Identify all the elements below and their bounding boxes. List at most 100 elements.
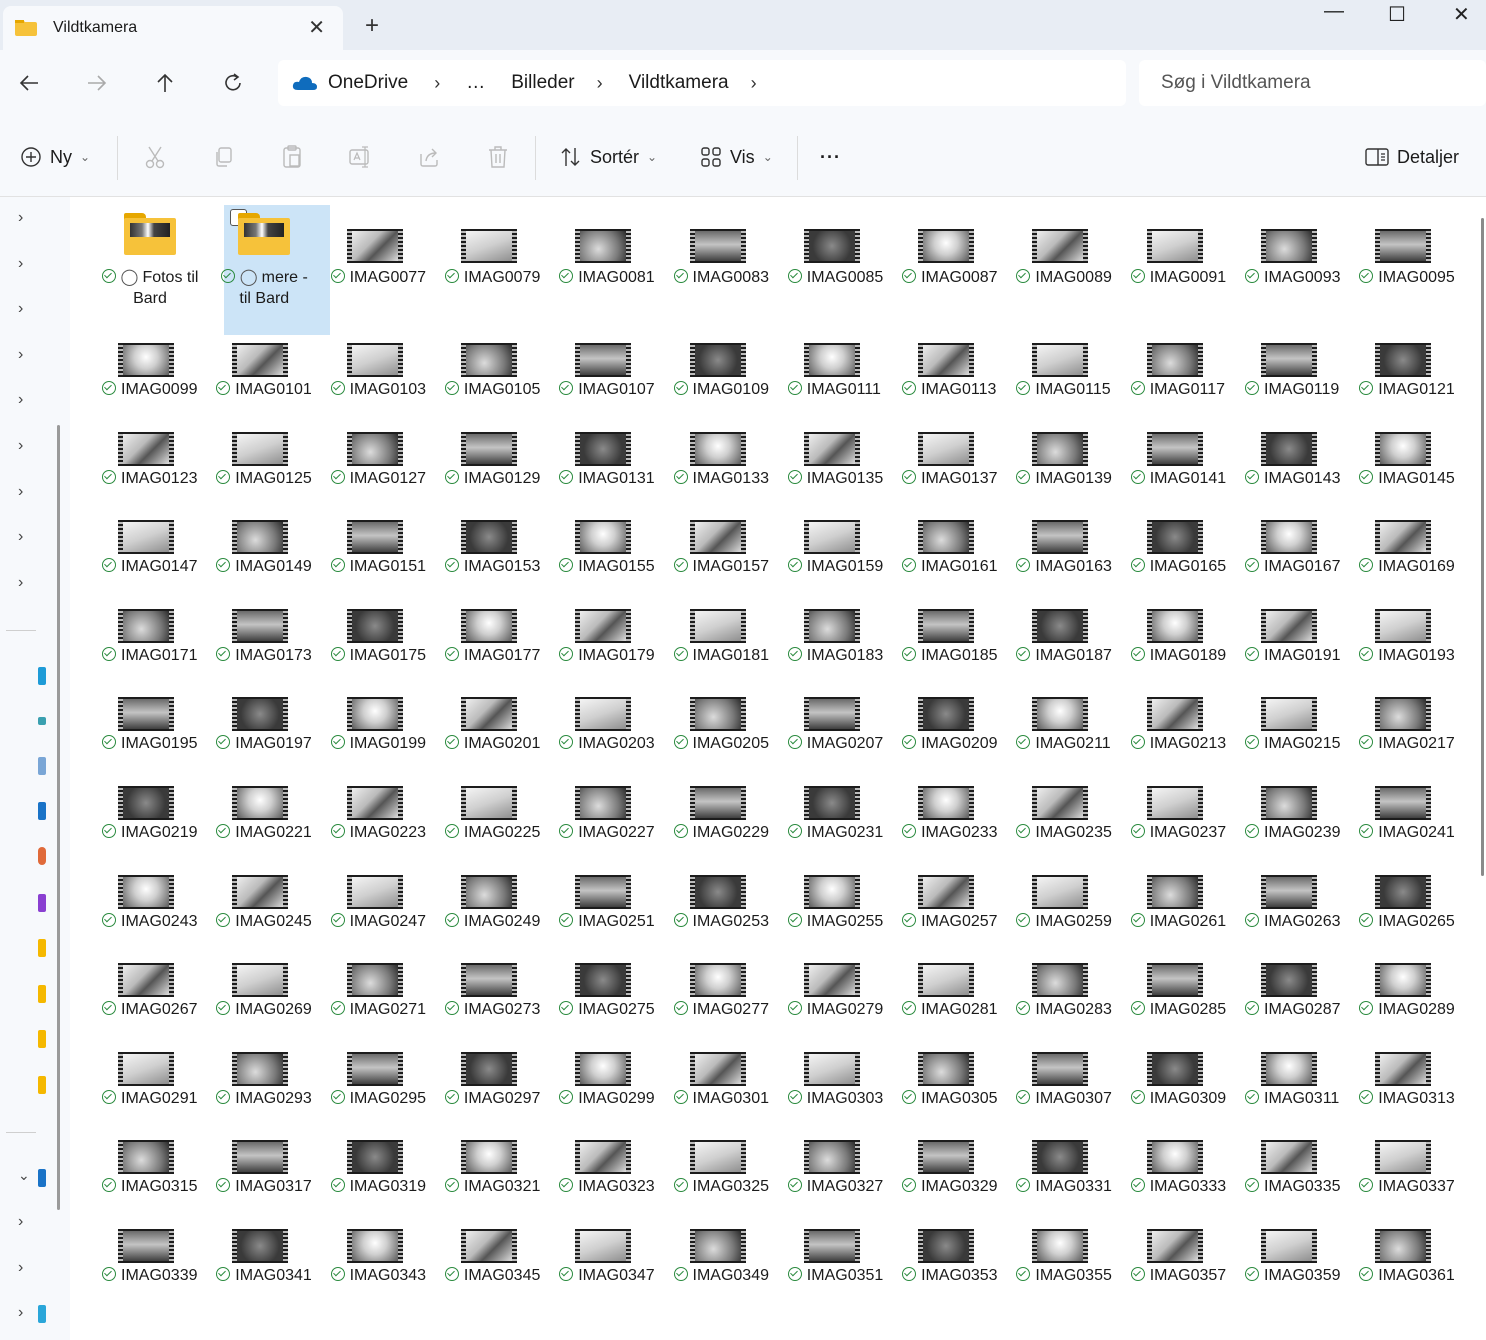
file-item[interactable]: IMAG0239 — [1243, 768, 1351, 854]
file-item[interactable]: IMAG0141 — [1129, 414, 1237, 500]
file-item[interactable]: IMAG0083 — [672, 197, 780, 333]
file-item[interactable]: IMAG0099 — [100, 325, 208, 411]
file-item[interactable]: IMAG0263 — [1243, 857, 1351, 943]
file-item[interactable]: IMAG0359 — [1243, 1211, 1351, 1297]
file-item[interactable]: IMAG0167 — [1243, 502, 1351, 588]
file-item[interactable]: IMAG0273 — [443, 945, 551, 1031]
search-input[interactable] — [1159, 71, 1463, 95]
file-item[interactable]: IMAG0111 — [786, 325, 894, 411]
file-item[interactable]: IMAG0187 — [1014, 591, 1122, 677]
file-item[interactable]: IMAG0243 — [100, 857, 208, 943]
file-item[interactable]: IMAG0081 — [557, 197, 665, 333]
file-item[interactable]: IMAG0089 — [1014, 197, 1122, 333]
file-item[interactable]: IMAG0121 — [1357, 325, 1465, 411]
cut-button[interactable] — [144, 142, 166, 172]
new-tab-button[interactable]: + — [365, 12, 379, 40]
file-item[interactable]: IMAG0221 — [214, 768, 322, 854]
file-item[interactable]: IMAG0303 — [786, 1034, 894, 1120]
file-item[interactable]: IMAG0349 — [672, 1211, 780, 1297]
file-item[interactable]: IMAG0123 — [100, 414, 208, 500]
file-item[interactable]: IMAG0101 — [214, 325, 322, 411]
file-item[interactable]: IMAG0211 — [1014, 679, 1122, 765]
file-item[interactable]: IMAG0345 — [443, 1211, 551, 1297]
chevron-right-icon[interactable]: › — [751, 73, 757, 94]
file-item[interactable]: IMAG0335 — [1243, 1122, 1351, 1208]
tab-vildtkamera[interactable]: Vildtkamera ✕ — [3, 6, 343, 50]
file-item[interactable]: IMAG0103 — [329, 325, 437, 411]
file-item[interactable]: IMAG0205 — [672, 679, 780, 765]
file-item[interactable]: IMAG0119 — [1243, 325, 1351, 411]
view-button[interactable]: Vis ⌄ — [700, 142, 773, 172]
file-item[interactable]: IMAG0193 — [1357, 591, 1465, 677]
rename-button[interactable] — [349, 142, 373, 172]
file-item[interactable]: IMAG0227 — [557, 768, 665, 854]
file-item[interactable]: IMAG0297 — [443, 1034, 551, 1120]
file-item[interactable]: IMAG0333 — [1129, 1122, 1237, 1208]
expand-chevron-icon[interactable]: › — [18, 437, 23, 455]
file-item[interactable]: IMAG0287 — [1243, 945, 1351, 1031]
file-item[interactable]: IMAG0091 — [1129, 197, 1237, 333]
file-item[interactable]: IMAG0169 — [1357, 502, 1465, 588]
file-item[interactable]: IMAG0093 — [1243, 197, 1351, 333]
new-button[interactable]: Ny ⌄ — [20, 142, 90, 172]
file-item[interactable]: IMAG0327 — [786, 1122, 894, 1208]
file-item[interactable]: IMAG0153 — [443, 502, 551, 588]
file-item[interactable]: IMAG0305 — [900, 1034, 1008, 1120]
expand-chevron-icon[interactable]: › — [18, 1304, 23, 1322]
file-item[interactable]: IMAG0147 — [100, 502, 208, 588]
file-item[interactable]: IMAG0309 — [1129, 1034, 1237, 1120]
file-item[interactable]: IMAG0127 — [329, 414, 437, 500]
minimize-button[interactable]: — — [1324, 0, 1344, 23]
expand-chevron-icon[interactable]: › — [18, 483, 23, 501]
file-item[interactable]: IMAG0277 — [672, 945, 780, 1031]
file-item[interactable]: IMAG0213 — [1129, 679, 1237, 765]
delete-button[interactable] — [487, 142, 509, 172]
file-item[interactable]: IMAG0165 — [1129, 502, 1237, 588]
file-item[interactable]: IMAG0269 — [214, 945, 322, 1031]
file-item[interactable]: IMAG0183 — [786, 591, 894, 677]
back-button[interactable] — [14, 68, 44, 98]
file-item[interactable]: IMAG0095 — [1357, 197, 1465, 333]
file-item[interactable]: IMAG0173 — [214, 591, 322, 677]
file-item[interactable]: IMAG0207 — [786, 679, 894, 765]
file-item[interactable]: IMAG0337 — [1357, 1122, 1465, 1208]
file-item[interactable]: IMAG0271 — [329, 945, 437, 1031]
file-item[interactable]: IMAG0299 — [557, 1034, 665, 1120]
chevron-right-icon[interactable]: › — [597, 73, 603, 94]
file-item[interactable]: IMAG0223 — [329, 768, 437, 854]
content-scrollbar[interactable] — [1481, 218, 1484, 876]
file-item[interactable]: IMAG0265 — [1357, 857, 1465, 943]
file-item[interactable]: IMAG0139 — [1014, 414, 1122, 500]
file-item[interactable]: IMAG0149 — [214, 502, 322, 588]
file-item[interactable]: IMAG0351 — [786, 1211, 894, 1297]
file-item[interactable]: IMAG0317 — [214, 1122, 322, 1208]
file-item[interactable]: IMAG0195 — [100, 679, 208, 765]
file-item[interactable]: IMAG0235 — [1014, 768, 1122, 854]
nav-scrollbar[interactable] — [57, 425, 60, 1210]
file-item[interactable]: IMAG0155 — [557, 502, 665, 588]
file-item[interactable]: IMAG0133 — [672, 414, 780, 500]
file-item[interactable]: IMAG0341 — [214, 1211, 322, 1297]
file-item[interactable]: IMAG0241 — [1357, 768, 1465, 854]
file-item[interactable]: IMAG0117 — [1129, 325, 1237, 411]
file-item[interactable]: IMAG0113 — [900, 325, 1008, 411]
file-item[interactable]: IMAG0197 — [214, 679, 322, 765]
close-window-button[interactable]: ✕ — [1453, 2, 1470, 27]
refresh-button[interactable] — [218, 68, 248, 98]
file-item[interactable]: IMAG0355 — [1014, 1211, 1122, 1297]
maximize-button[interactable]: ☐ — [1388, 2, 1406, 27]
file-item[interactable]: IMAG0105 — [443, 325, 551, 411]
chevron-right-icon[interactable]: › — [434, 73, 440, 94]
file-item[interactable]: IMAG0175 — [329, 591, 437, 677]
file-item[interactable]: IMAG0129 — [443, 414, 551, 500]
file-item[interactable]: IMAG0125 — [214, 414, 322, 500]
file-item[interactable]: IMAG0179 — [557, 591, 665, 677]
file-item[interactable]: IMAG0347 — [557, 1211, 665, 1297]
expand-chevron-icon[interactable]: › — [18, 391, 23, 409]
file-item[interactable]: IMAG0323 — [557, 1122, 665, 1208]
file-item[interactable]: IMAG0361 — [1357, 1211, 1465, 1297]
file-item[interactable]: IMAG0289 — [1357, 945, 1465, 1031]
file-item[interactable]: IMAG0261 — [1129, 857, 1237, 943]
file-item[interactable]: IMAG0301 — [672, 1034, 780, 1120]
file-item[interactable]: IMAG0295 — [329, 1034, 437, 1120]
